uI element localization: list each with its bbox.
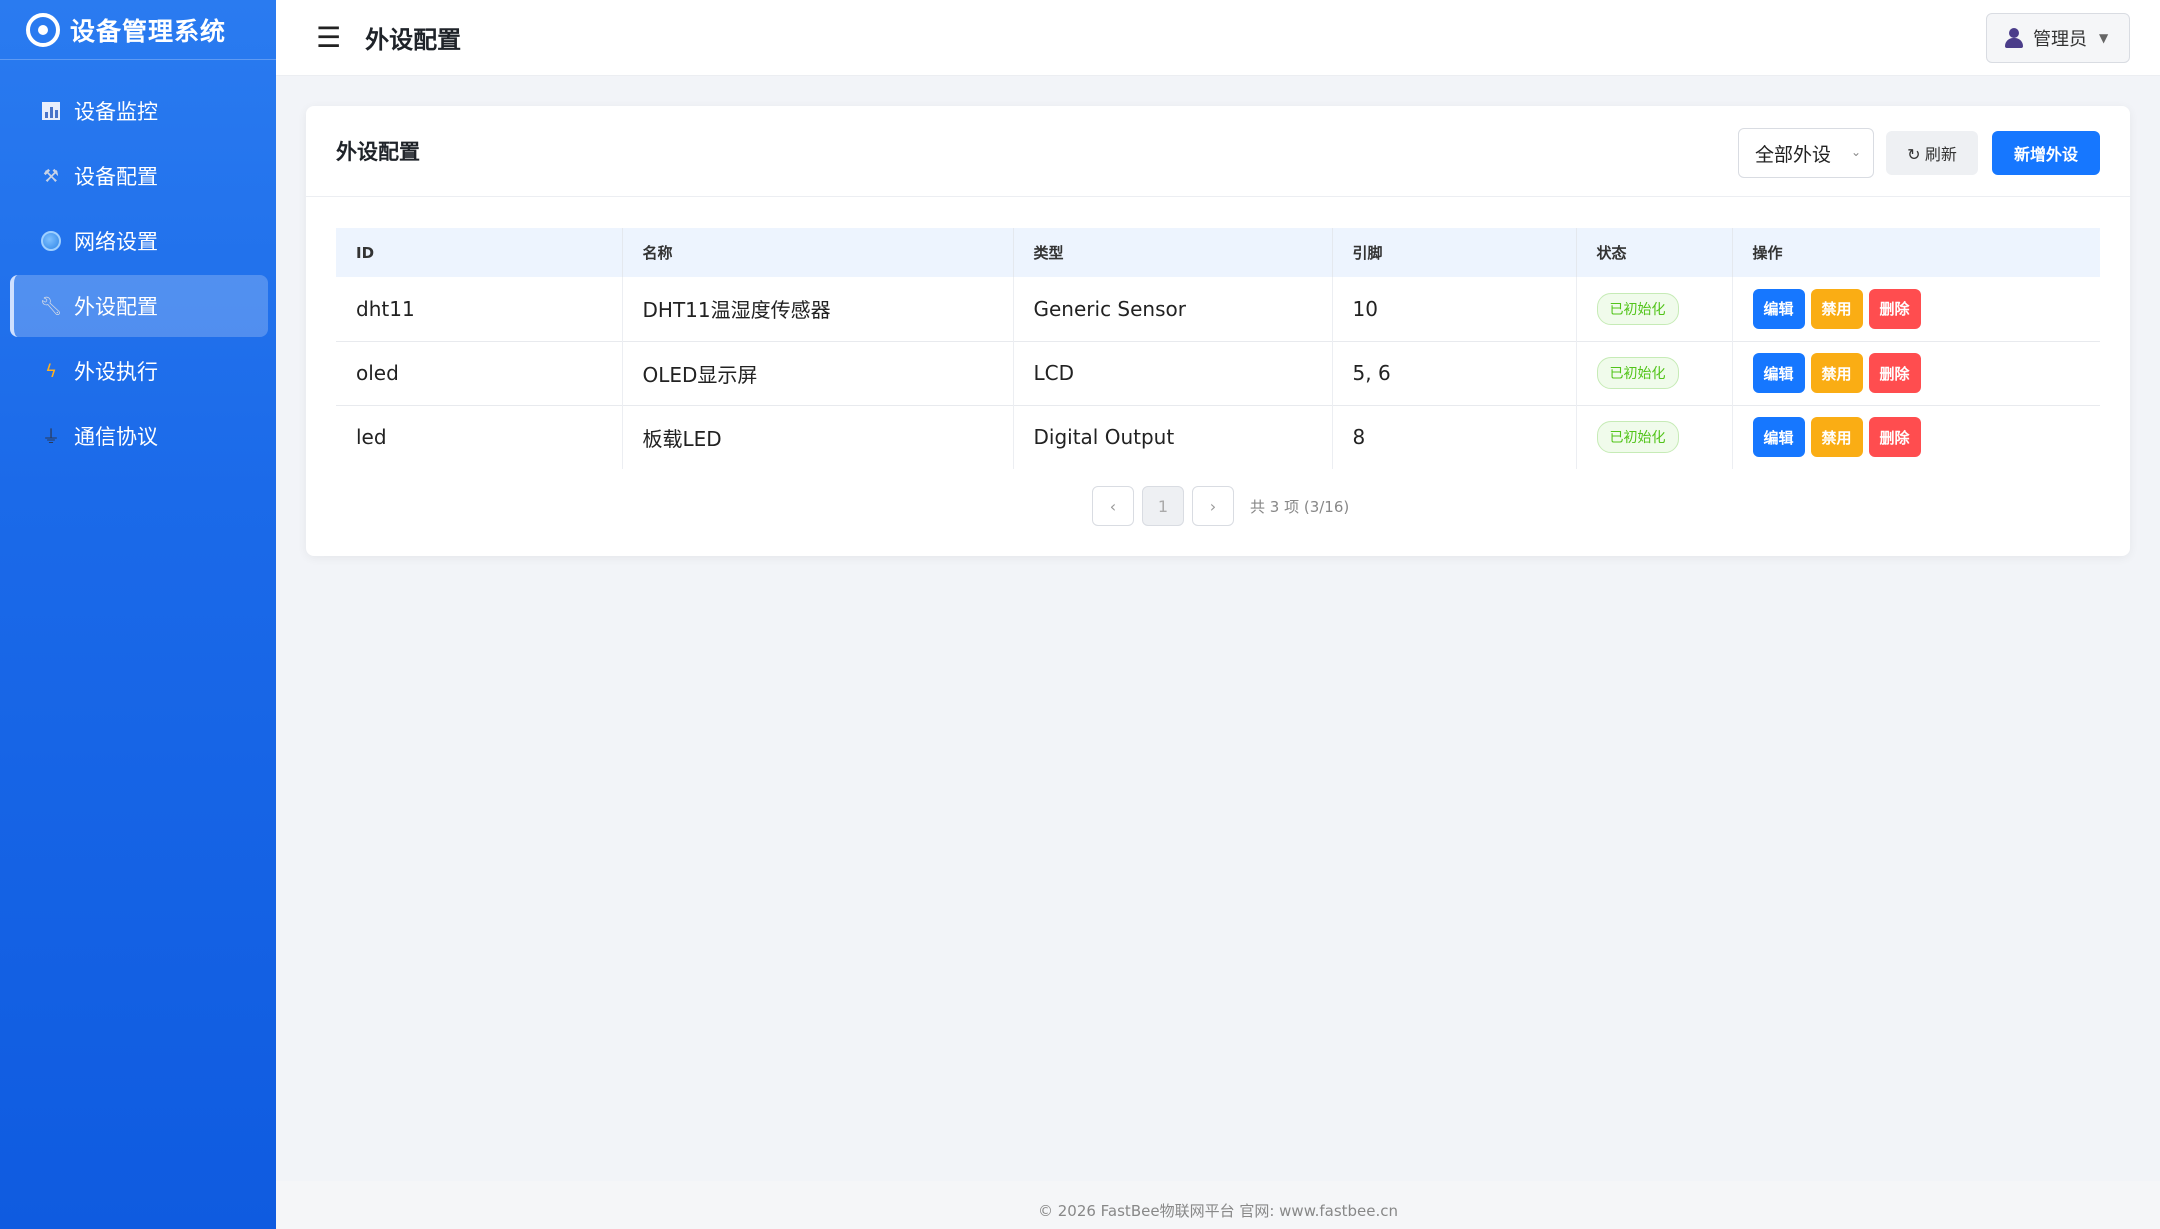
wrench-icon: 🔧︎ (39, 295, 63, 317)
user-name: 管理员 (2033, 29, 2087, 50)
sidebar-item-label: 外设配置 (74, 295, 158, 319)
status-badge: 已初始化 (1596, 421, 1679, 454)
sidebar-item-label: 设备配置 (74, 165, 158, 189)
peripheral-filter-select[interactable]: 全部外设 ⌄ (1738, 128, 1874, 178)
cell-name: DHT11温湿度传感器 (622, 277, 1014, 341)
chevron-down-icon: ⌄ (1850, 145, 1861, 159)
footer: © 2026 FastBee物联网平台 官网: www.fastbee.cn (276, 1181, 2160, 1229)
cell-type: Digital Output (1013, 405, 1333, 469)
column-header-actions: 操作 (1752, 244, 1783, 262)
filter-selected-value: 全部外设 (1755, 143, 1832, 166)
sidebar-item-label: 网络设置 (74, 230, 158, 254)
column-header-pins: 引脚 (1332, 228, 1577, 277)
cell-name: OLED显示屏 (622, 341, 1014, 405)
sidebar-item-label: 设备监控 (74, 100, 158, 124)
hamburger-menu-icon[interactable]: ☰ (316, 21, 341, 54)
prev-page-button[interactable]: ‹ (1092, 486, 1134, 526)
sidebar: 设备管理系统 设备监控 ⚒ 设备配置 网络设置 🔧︎ 外设配置 ϟ 外设执行 ⏚… (0, 0, 276, 1229)
sidebar-menu: 设备监控 ⚒ 设备配置 网络设置 🔧︎ 外设配置 ϟ 外设执行 ⏚ 通信协议 (0, 60, 276, 467)
next-page-button[interactable]: › (1192, 486, 1234, 526)
delete-button[interactable]: 删除 (1868, 288, 1921, 329)
column-header-type: 类型 (1013, 228, 1333, 277)
globe-icon (38, 228, 64, 254)
sidebar-item-device-monitor[interactable]: 设备监控 (10, 80, 268, 142)
app-title: 设备管理系统 (70, 16, 227, 46)
cell-actions: 编辑 禁用 删除 (1732, 277, 2100, 341)
brand: 设备管理系统 (0, 0, 276, 60)
cell-status: 已初始化 (1576, 277, 1733, 341)
sidebar-item-label: 外设执行 (74, 360, 158, 384)
pagination-info: 共 3 项 (3/16) (1250, 497, 1350, 516)
pagination: ‹ 1 › 共 3 项 (3/16) (1092, 486, 1349, 526)
card-header: 外设配置 全部外设 ⌄ ↻ 刷新 新增外设 (306, 106, 2130, 197)
disable-button[interactable]: 禁用 (1810, 288, 1863, 329)
cell-id: led (336, 405, 623, 469)
cell-actions: 编辑 禁用 删除 (1732, 405, 2100, 469)
cell-pins: 8 (1332, 405, 1577, 469)
cell-name: 板载LED (622, 405, 1014, 469)
user-icon (2005, 28, 2023, 48)
table-row: dht11 DHT11温湿度传感器 Generic Sensor 10 已初始化… (336, 277, 2100, 341)
lightning-icon: ϟ (45, 360, 57, 382)
footer-text: © 2026 FastBee物联网平台 官网: www.fastbee.cn (1037, 1202, 1399, 1220)
sidebar-item-label: 通信协议 (74, 425, 158, 449)
edit-button[interactable]: 编辑 (1752, 288, 1805, 329)
cell-id: dht11 (336, 277, 623, 341)
user-menu-button[interactable]: 管理员 ▼ (1986, 13, 2130, 63)
sidebar-item-network[interactable]: 网络设置 (10, 210, 268, 272)
cell-id: oled (336, 341, 623, 405)
disable-button[interactable]: 禁用 (1810, 417, 1863, 458)
sidebar-item-protocol[interactable]: ⏚ 通信协议 (10, 405, 268, 467)
status-badge: 已初始化 (1596, 292, 1679, 325)
bar-chart-icon (38, 98, 64, 124)
peripheral-table: ID 名称 类型 引脚 状态 操作 dht11 DHT11温湿度传感器 Gene… (336, 228, 2100, 469)
edit-button[interactable]: 编辑 (1752, 353, 1805, 393)
sidebar-item-peripheral-exec[interactable]: ϟ 外设执行 (10, 340, 268, 402)
cell-pins: 5, 6 (1332, 341, 1577, 405)
cell-actions: 编辑 禁用 删除 (1732, 341, 2100, 405)
delete-button[interactable]: 删除 (1868, 353, 1921, 393)
status-badge: 已初始化 (1596, 357, 1679, 389)
tools-icon: ⚒ (42, 165, 60, 187)
delete-button[interactable]: 删除 (1868, 417, 1921, 458)
disable-button[interactable]: 禁用 (1810, 353, 1863, 393)
column-header-id: ID (336, 228, 623, 277)
cell-status: 已初始化 (1576, 405, 1733, 469)
sidebar-item-peripheral-config[interactable]: 🔧︎ 外设配置 (10, 275, 268, 337)
logo-icon (26, 12, 60, 47)
peripheral-card: 外设配置 全部外设 ⌄ ↻ 刷新 新增外设 ID 名称 类型 引脚 状态 操作 … (306, 106, 2130, 556)
table-row: oled OLED显示屏 LCD 5, 6 已初始化 编辑 禁用 删除 (336, 341, 2100, 405)
card-title: 外设配置 (336, 140, 420, 164)
cell-pins: 10 (1332, 277, 1577, 341)
table-row: led 板载LED Digital Output 8 已初始化 编辑 禁用 删除 (336, 405, 2100, 469)
page-title: 外设配置 (365, 26, 462, 54)
page-1-button[interactable]: 1 (1142, 486, 1184, 526)
cell-status: 已初始化 (1576, 341, 1733, 405)
add-peripheral-button[interactable]: 新增外设 (1992, 131, 2100, 175)
column-header-status: 状态 (1576, 228, 1733, 277)
cell-type: LCD (1013, 341, 1333, 405)
caret-down-icon: ▼ (2099, 31, 2109, 45)
edit-button[interactable]: 编辑 (1752, 417, 1805, 458)
sidebar-item-device-config[interactable]: ⚒ 设备配置 (10, 145, 268, 207)
cell-type: Generic Sensor (1013, 277, 1333, 341)
plug-icon: ⏚ (42, 427, 60, 448)
column-header-name: 名称 (622, 228, 1014, 277)
top-header: ☰ 外设配置 管理员 ▼ (276, 0, 2160, 76)
table-header-row: ID 名称 类型 引脚 状态 操作 (336, 228, 2100, 277)
refresh-button[interactable]: ↻ 刷新 (1886, 131, 1978, 175)
